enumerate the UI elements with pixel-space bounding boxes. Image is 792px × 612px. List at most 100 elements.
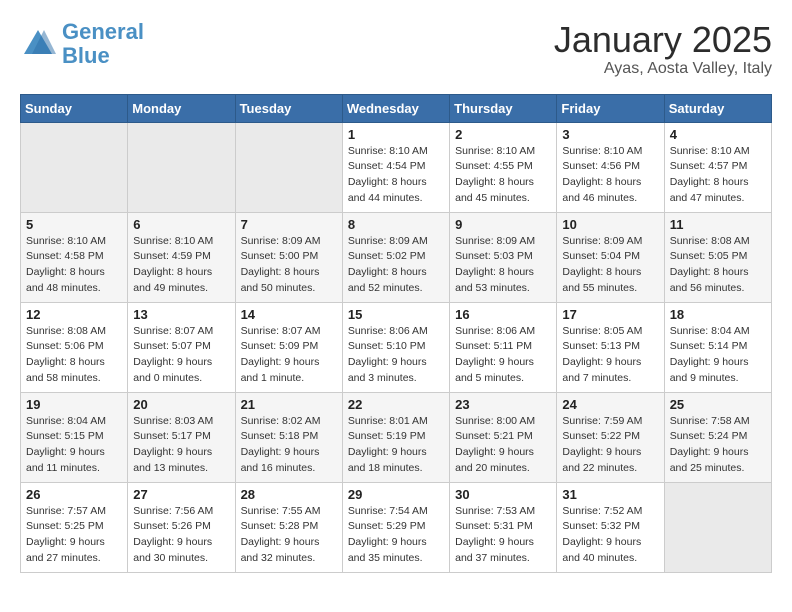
calendar-cell: 11 Sunrise: 8:08 AMSunset: 5:05 PMDayligh…	[664, 212, 771, 302]
day-number: 26	[26, 487, 122, 502]
logo-line2: Blue	[62, 43, 110, 68]
day-number: 15	[348, 307, 444, 322]
day-number: 10	[562, 217, 658, 232]
day-number: 19	[26, 397, 122, 412]
day-info: Sunrise: 8:01 AMSunset: 5:19 PMDaylight:…	[348, 414, 444, 477]
calendar-cell	[128, 122, 235, 212]
calendar-cell: 27 Sunrise: 7:56 AMSunset: 5:26 PMDayligh…	[128, 482, 235, 572]
day-info: Sunrise: 8:04 AMSunset: 5:14 PMDaylight:…	[670, 324, 766, 387]
day-number: 24	[562, 397, 658, 412]
logo: General Blue	[20, 20, 144, 68]
day-number: 5	[26, 217, 122, 232]
header-cell-sunday: Sunday	[21, 94, 128, 122]
day-info: Sunrise: 8:10 AMSunset: 4:56 PMDaylight:…	[562, 144, 658, 207]
day-info: Sunrise: 8:10 AMSunset: 4:57 PMDaylight:…	[670, 144, 766, 207]
calendar-cell: 29 Sunrise: 7:54 AMSunset: 5:29 PMDayligh…	[342, 482, 449, 572]
calendar-cell: 20Sunrise: 8:03 AMSunset: 5:17 PMDayligh…	[128, 392, 235, 482]
day-info: Sunrise: 8:08 AMSunset: 5:05 PMDaylight:…	[670, 234, 766, 297]
day-info: Sunrise: 7:57 AMSunset: 5:25 PMDaylight:…	[26, 504, 122, 567]
calendar-cell: 14Sunrise: 8:07 AMSunset: 5:09 PMDayligh…	[235, 302, 342, 392]
header-cell-wednesday: Wednesday	[342, 94, 449, 122]
day-number: 16	[455, 307, 551, 322]
calendar-week-0: 1Sunrise: 8:10 AMSunset: 4:54 PMDaylight…	[21, 122, 772, 212]
day-info: Sunrise: 8:09 AMSunset: 5:02 PMDaylight:…	[348, 234, 444, 297]
day-number: 29	[348, 487, 444, 502]
day-number: 18	[670, 307, 766, 322]
day-info: Sunrise: 7:54 AMSunset: 5:29 PMDaylight:…	[348, 504, 444, 567]
day-info: Sunrise: 8:09 AMSunset: 5:00 PMDaylight:…	[241, 234, 337, 297]
calendar-cell: 8 Sunrise: 8:09 AMSunset: 5:02 PMDaylight…	[342, 212, 449, 302]
day-number: 23	[455, 397, 551, 412]
day-info: Sunrise: 8:10 AMSunset: 4:55 PMDaylight:…	[455, 144, 551, 207]
calendar-cell: 13 Sunrise: 8:07 AMSunset: 5:07 PMDayligh…	[128, 302, 235, 392]
calendar-cell: 16 Sunrise: 8:06 AMSunset: 5:11 PMDayligh…	[450, 302, 557, 392]
page-header: General Blue January 2025 Ayas, Aosta Va…	[20, 20, 772, 78]
day-info: Sunrise: 8:04 AMSunset: 5:15 PMDaylight:…	[26, 414, 122, 477]
calendar-cell: 25 Sunrise: 7:58 AMSunset: 5:24 PMDayligh…	[664, 392, 771, 482]
header-cell-monday: Monday	[128, 94, 235, 122]
day-number: 7	[241, 217, 337, 232]
day-number: 6	[133, 217, 229, 232]
day-info: Sunrise: 8:03 AMSunset: 5:17 PMDaylight:…	[133, 414, 229, 477]
calendar-header: SundayMondayTuesdayWednesdayThursdayFrid…	[21, 94, 772, 122]
day-number: 2	[455, 127, 551, 142]
day-number: 25	[670, 397, 766, 412]
calendar-cell: 19 Sunrise: 8:04 AMSunset: 5:15 PMDayligh…	[21, 392, 128, 482]
header-row: SundayMondayTuesdayWednesdayThursdayFrid…	[21, 94, 772, 122]
day-info: Sunrise: 7:56 AMSunset: 5:26 PMDaylight:…	[133, 504, 229, 567]
calendar-cell	[21, 122, 128, 212]
calendar-cell: 22Sunrise: 8:01 AMSunset: 5:19 PMDayligh…	[342, 392, 449, 482]
calendar-cell: 7 Sunrise: 8:09 AMSunset: 5:00 PMDaylight…	[235, 212, 342, 302]
calendar-cell: 23 Sunrise: 8:00 AMSunset: 5:21 PMDayligh…	[450, 392, 557, 482]
day-number: 21	[241, 397, 337, 412]
calendar-body: 1Sunrise: 8:10 AMSunset: 4:54 PMDaylight…	[21, 122, 772, 572]
calendar-cell: 4 Sunrise: 8:10 AMSunset: 4:57 PMDaylight…	[664, 122, 771, 212]
day-number: 13	[133, 307, 229, 322]
calendar-week-1: 5 Sunrise: 8:10 AMSunset: 4:58 PMDaylight…	[21, 212, 772, 302]
day-info: Sunrise: 8:10 AMSunset: 4:58 PMDaylight:…	[26, 234, 122, 297]
header-cell-thursday: Thursday	[450, 94, 557, 122]
calendar-cell: 12 Sunrise: 8:08 AMSunset: 5:06 PMDayligh…	[21, 302, 128, 392]
calendar-cell: 17 Sunrise: 8:05 AMSunset: 5:13 PMDayligh…	[557, 302, 664, 392]
day-info: Sunrise: 8:07 AMSunset: 5:07 PMDaylight:…	[133, 324, 229, 387]
calendar-subtitle: Ayas, Aosta Valley, Italy	[554, 60, 772, 78]
calendar-week-4: 26 Sunrise: 7:57 AMSunset: 5:25 PMDayligh…	[21, 482, 772, 572]
logo-line1: General	[62, 19, 144, 44]
calendar-cell: 28Sunrise: 7:55 AMSunset: 5:28 PMDayligh…	[235, 482, 342, 572]
title-block: January 2025 Ayas, Aosta Valley, Italy	[554, 20, 772, 78]
day-number: 11	[670, 217, 766, 232]
calendar-cell: 10 Sunrise: 8:09 AMSunset: 5:04 PMDayligh…	[557, 212, 664, 302]
calendar-week-2: 12 Sunrise: 8:08 AMSunset: 5:06 PMDayligh…	[21, 302, 772, 392]
calendar-cell	[235, 122, 342, 212]
calendar-cell: 1Sunrise: 8:10 AMSunset: 4:54 PMDaylight…	[342, 122, 449, 212]
day-info: Sunrise: 8:07 AMSunset: 5:09 PMDaylight:…	[241, 324, 337, 387]
day-number: 3	[562, 127, 658, 142]
day-info: Sunrise: 8:08 AMSunset: 5:06 PMDaylight:…	[26, 324, 122, 387]
day-info: Sunrise: 8:09 AMSunset: 5:04 PMDaylight:…	[562, 234, 658, 297]
day-info: Sunrise: 8:05 AMSunset: 5:13 PMDaylight:…	[562, 324, 658, 387]
day-number: 12	[26, 307, 122, 322]
header-cell-tuesday: Tuesday	[235, 94, 342, 122]
calendar-cell: 6 Sunrise: 8:10 AMSunset: 4:59 PMDaylight…	[128, 212, 235, 302]
day-number: 27	[133, 487, 229, 502]
day-info: Sunrise: 8:06 AMSunset: 5:11 PMDaylight:…	[455, 324, 551, 387]
day-number: 28	[241, 487, 337, 502]
calendar-cell: 31 Sunrise: 7:52 AMSunset: 5:32 PMDayligh…	[557, 482, 664, 572]
day-number: 8	[348, 217, 444, 232]
calendar-cell: 30Sunrise: 7:53 AMSunset: 5:31 PMDayligh…	[450, 482, 557, 572]
calendar-cell: 9Sunrise: 8:09 AMSunset: 5:03 PMDaylight…	[450, 212, 557, 302]
day-number: 31	[562, 487, 658, 502]
day-info: Sunrise: 8:00 AMSunset: 5:21 PMDaylight:…	[455, 414, 551, 477]
day-number: 17	[562, 307, 658, 322]
header-cell-saturday: Saturday	[664, 94, 771, 122]
day-info: Sunrise: 8:10 AMSunset: 4:59 PMDaylight:…	[133, 234, 229, 297]
calendar-cell: 5 Sunrise: 8:10 AMSunset: 4:58 PMDaylight…	[21, 212, 128, 302]
day-info: Sunrise: 8:10 AMSunset: 4:54 PMDaylight:…	[348, 144, 444, 207]
day-info: Sunrise: 7:52 AMSunset: 5:32 PMDaylight:…	[562, 504, 658, 567]
calendar-title: January 2025	[554, 20, 772, 60]
day-number: 4	[670, 127, 766, 142]
day-info: Sunrise: 7:59 AMSunset: 5:22 PMDaylight:…	[562, 414, 658, 477]
day-info: Sunrise: 8:09 AMSunset: 5:03 PMDaylight:…	[455, 234, 551, 297]
day-info: Sunrise: 7:58 AMSunset: 5:24 PMDaylight:…	[670, 414, 766, 477]
logo-icon	[20, 26, 56, 62]
